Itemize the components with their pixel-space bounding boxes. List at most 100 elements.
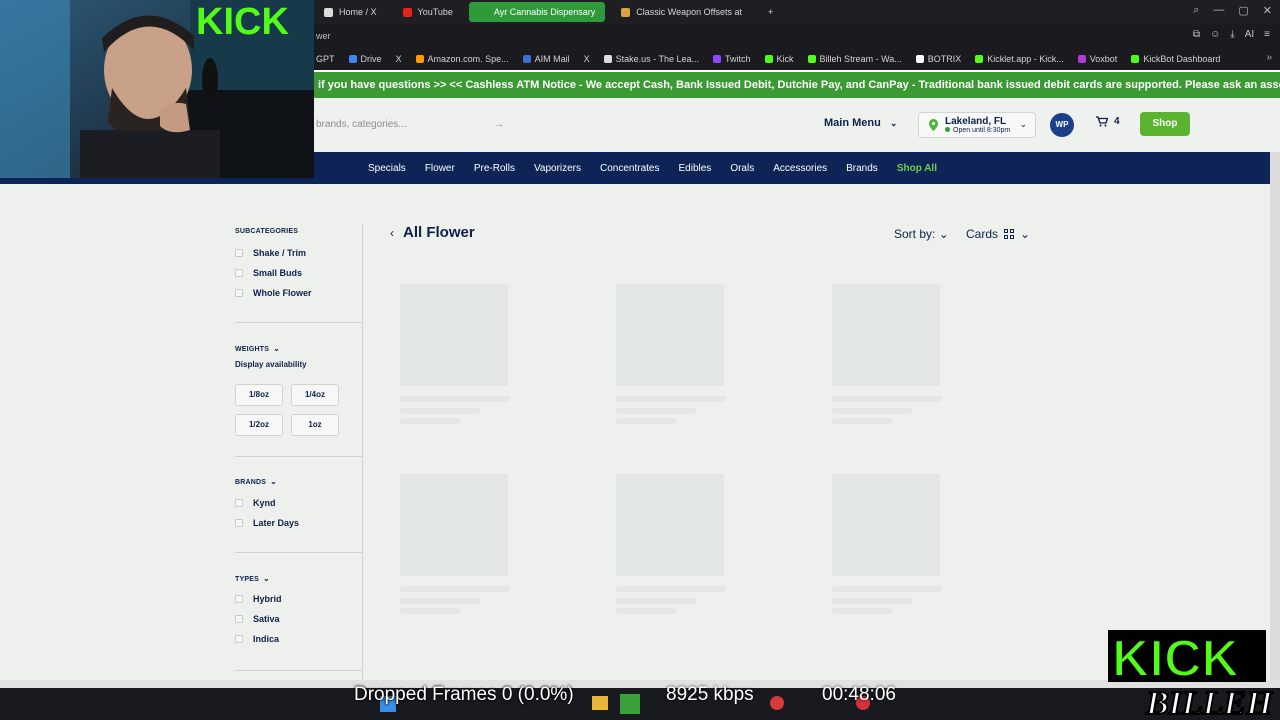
maximize-icon[interactable]: ▢ bbox=[1238, 4, 1248, 17]
filter-checkbox-brands[interactable]: Later Days bbox=[235, 518, 299, 528]
checkbox-label: Later Days bbox=[253, 518, 300, 528]
category-link[interactable]: Accessories bbox=[773, 163, 827, 174]
back-chevron-icon[interactable]: ‹ bbox=[390, 226, 394, 240]
text-placeholder bbox=[832, 418, 892, 424]
checkbox[interactable] bbox=[235, 269, 243, 277]
user-avatar[interactable]: WP bbox=[1050, 113, 1074, 137]
category-link[interactable]: Brands bbox=[846, 163, 878, 174]
checkbox[interactable] bbox=[235, 519, 243, 527]
chevron-down-icon: ⌄ bbox=[889, 118, 898, 128]
checkbox[interactable] bbox=[235, 595, 243, 603]
filter-checkbox-types[interactable]: Indica bbox=[235, 634, 279, 644]
app-chart-icon[interactable] bbox=[620, 694, 640, 714]
weights-heading[interactable]: WEIGHTS ⌄ bbox=[235, 344, 280, 353]
checkbox[interactable] bbox=[235, 635, 243, 643]
close-icon[interactable]: ✕ bbox=[1263, 4, 1272, 17]
weight-filter-button[interactable]: 1/4oz bbox=[291, 384, 339, 406]
menu-icon[interactable]: ≡ bbox=[1264, 29, 1270, 40]
search-submit-icon[interactable]: → bbox=[494, 114, 504, 136]
category-link[interactable]: Orals bbox=[730, 163, 754, 174]
browser-tab[interactable]: YouTube bbox=[393, 2, 463, 22]
display-availability[interactable]: Display availability bbox=[235, 360, 307, 369]
bookmark-item[interactable]: KickBot Dashboard bbox=[1131, 54, 1220, 64]
category-link[interactable]: Concentrates bbox=[600, 163, 659, 174]
filter-checkbox-subcategories[interactable]: Whole Flower bbox=[235, 288, 312, 298]
bookmark-favicon-icon bbox=[415, 55, 424, 63]
bookmark-item[interactable]: AIM Mail bbox=[522, 54, 570, 64]
bookmark-item[interactable]: Billeh Stream - Wa... bbox=[807, 54, 902, 64]
checkbox[interactable] bbox=[235, 499, 243, 507]
location-selector[interactable]: Lakeland, FL Open until 8:30pm ⌄ bbox=[918, 112, 1036, 138]
bookmark-favicon-icon bbox=[975, 55, 984, 63]
shop-button[interactable]: Shop bbox=[1140, 112, 1190, 136]
checkbox[interactable] bbox=[235, 249, 243, 257]
bookmark-item[interactable]: Voxbot bbox=[1077, 54, 1118, 64]
category-link[interactable]: Shop All bbox=[897, 163, 937, 174]
checkbox-label: Hybrid bbox=[253, 594, 282, 604]
product-card-placeholder bbox=[400, 474, 508, 576]
bookmark-favicon-icon bbox=[603, 55, 612, 63]
ai-button[interactable]: AI bbox=[1245, 29, 1254, 40]
text-placeholder bbox=[832, 586, 942, 592]
bookmark-item[interactable]: Twitch bbox=[713, 54, 751, 64]
bookmark-item[interactable]: X bbox=[396, 54, 402, 64]
tab-label: Home / X bbox=[339, 7, 377, 17]
chevron-down-icon: ⌄ bbox=[270, 477, 278, 486]
category-link[interactable]: Edibles bbox=[679, 163, 712, 174]
bookmark-favicon-icon bbox=[807, 55, 816, 63]
cart-button[interactable]: 4 bbox=[1096, 116, 1120, 127]
page-scrollbar[interactable] bbox=[1270, 152, 1280, 680]
bookmark-favicon-icon bbox=[1077, 55, 1086, 63]
dropped-frames-stat: Dropped Frames 0 (0.0%) bbox=[354, 684, 574, 705]
filter-checkbox-subcategories[interactable]: Shake / Trim bbox=[235, 248, 306, 258]
checkbox[interactable] bbox=[235, 289, 243, 297]
bookmark-label: Drive bbox=[360, 54, 382, 64]
horizontal-scrollbar[interactable] bbox=[0, 680, 1280, 688]
category-link[interactable]: Specials bbox=[368, 163, 406, 174]
filter-checkbox-types[interactable]: Hybrid bbox=[235, 594, 282, 604]
bookmark-item[interactable]: Kick bbox=[764, 54, 794, 64]
filter-checkbox-subcategories[interactable]: Small Buds bbox=[235, 268, 302, 278]
chevron-right-icon[interactable]: » bbox=[1266, 52, 1272, 63]
bookmark-item[interactable]: BOTRIX bbox=[915, 54, 961, 64]
filter-checkbox-brands[interactable]: Kynd bbox=[235, 498, 276, 508]
bookmark-label: Voxbot bbox=[1089, 54, 1118, 64]
brands-heading[interactable]: BRANDS ⌄ bbox=[235, 477, 277, 486]
main-menu-button[interactable]: Main Menu ⌄ bbox=[824, 117, 897, 129]
weight-filter-button[interactable]: 1/8oz bbox=[235, 384, 283, 406]
category-link[interactable]: Vaporizers bbox=[534, 163, 581, 174]
bookmark-item[interactable]: X bbox=[584, 54, 590, 64]
bookmark-item[interactable]: Amazon.com. Spe... bbox=[415, 54, 509, 64]
extensions-icon[interactable]: ⧉ bbox=[1193, 29, 1200, 40]
cart-count: 4 bbox=[1114, 116, 1120, 127]
browser-tab[interactable]: Home / X bbox=[314, 2, 387, 22]
profile-icon[interactable]: ☺ bbox=[1210, 29, 1220, 40]
search-icon[interactable]: ⌕ bbox=[1193, 4, 1199, 17]
checkbox[interactable] bbox=[235, 615, 243, 623]
sort-dropdown[interactable]: Sort by: ⌄ bbox=[894, 227, 949, 241]
types-heading[interactable]: TYPES ⌄ bbox=[235, 574, 270, 583]
browser-tab[interactable]: Ayr Cannabis Dispensary bbox=[468, 2, 606, 22]
bookmark-item[interactable]: GPT bbox=[316, 54, 335, 64]
search-input[interactable]: brands, categories... → bbox=[306, 114, 516, 136]
bookmark-item[interactable]: Drive bbox=[348, 54, 382, 64]
view-mode-dropdown[interactable]: Cards ⌄ bbox=[966, 227, 1030, 241]
download-icon[interactable]: ⤓ bbox=[1230, 29, 1234, 40]
category-link[interactable]: Flower bbox=[425, 163, 455, 174]
product-card-placeholder bbox=[832, 284, 940, 386]
bookmark-item[interactable]: Kicklet.app - Kick... bbox=[975, 54, 1064, 64]
new-tab-button[interactable]: + bbox=[758, 2, 783, 22]
app-red-icon[interactable] bbox=[770, 696, 784, 710]
chevron-down-icon: ⌄ bbox=[1020, 227, 1031, 241]
weight-filter-button[interactable]: 1oz bbox=[291, 414, 339, 436]
minimize-icon[interactable]: — bbox=[1213, 4, 1224, 17]
filter-checkbox-types[interactable]: Sativa bbox=[235, 614, 280, 624]
url-text[interactable]: wer bbox=[316, 31, 331, 41]
bookmark-item[interactable]: Stake.us - The Lea... bbox=[603, 54, 699, 64]
browser-tab[interactable]: Classic Weapon Offsets at bbox=[611, 2, 752, 22]
logo-image: KICK BILLEH bbox=[1108, 629, 1275, 720]
weight-filter-button[interactable]: 1/2oz bbox=[235, 414, 283, 436]
folder-icon[interactable] bbox=[592, 696, 608, 710]
category-link[interactable]: Pre-Rolls bbox=[474, 163, 515, 174]
tab-favicon-icon bbox=[324, 7, 333, 17]
